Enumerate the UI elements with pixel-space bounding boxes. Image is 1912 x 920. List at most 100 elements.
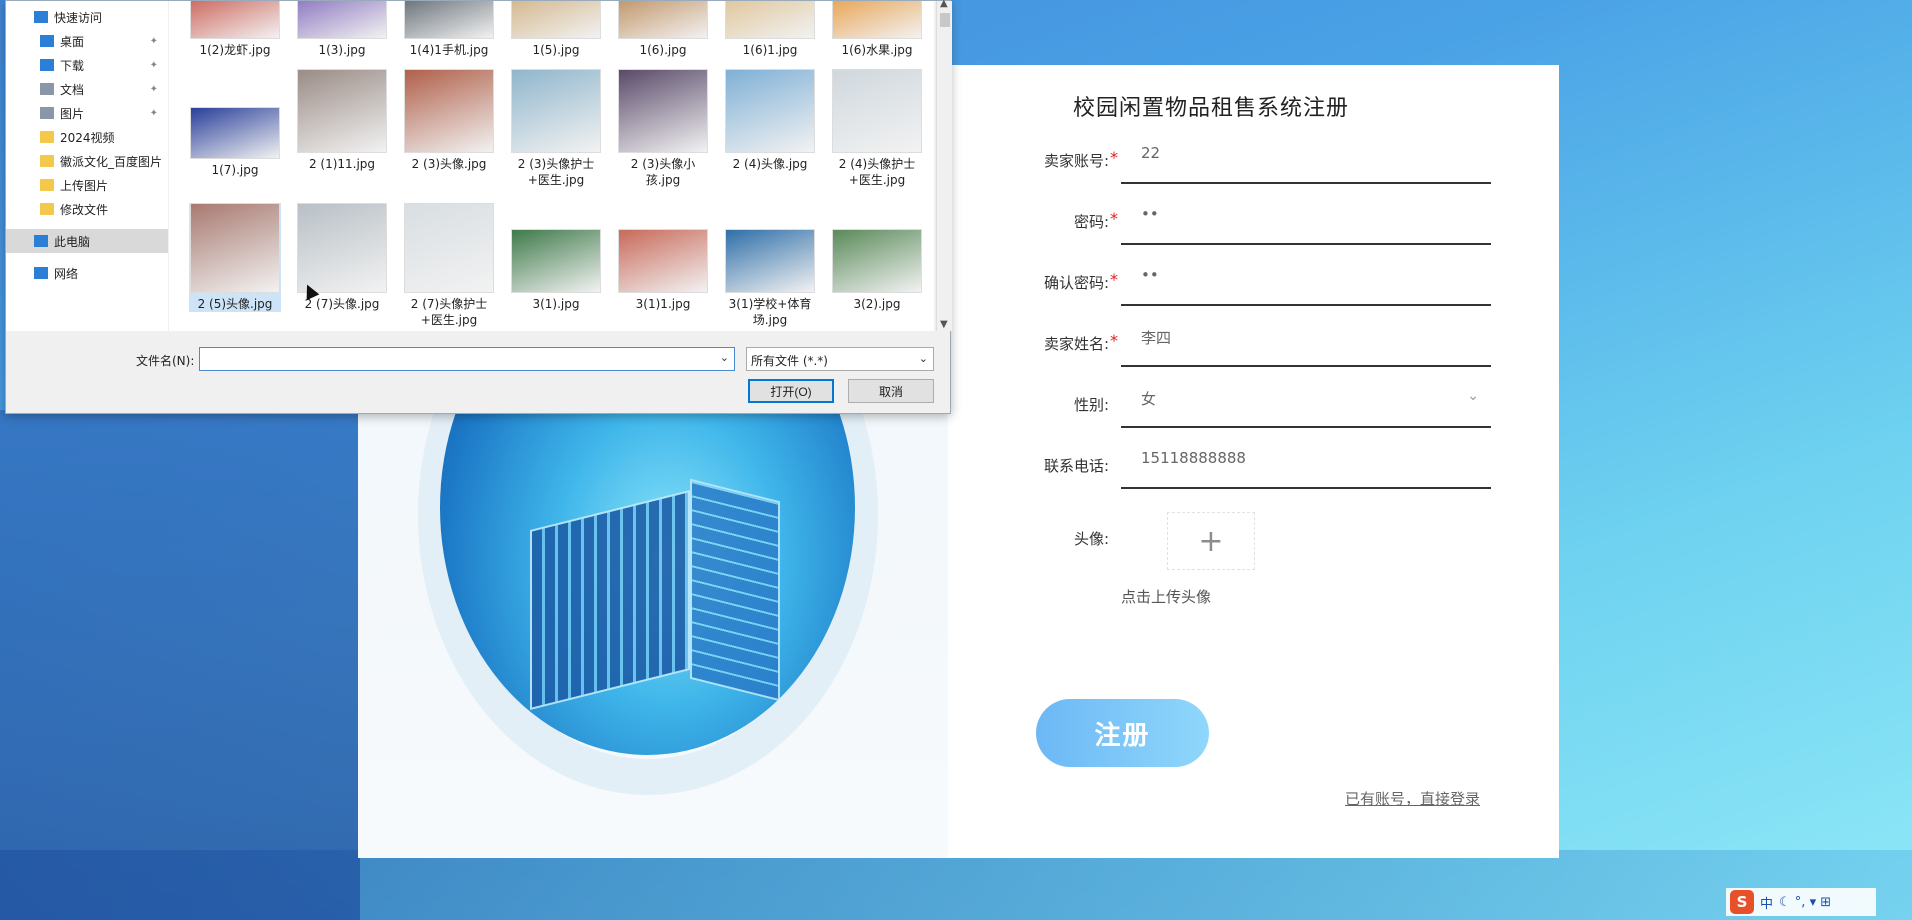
nav-item[interactable]: 图片 ✦ (6, 101, 168, 125)
scroll-up-icon[interactable]: ▲ (940, 0, 948, 9)
file-thumbnail[interactable]: 3(1)1.jpg (617, 203, 709, 312)
image-thumbnail (511, 1, 601, 39)
required-mark: * (1110, 331, 1118, 350)
field-label: 确认密码: (1043, 274, 1109, 292)
nav-item[interactable]: 上传图片 (6, 173, 168, 197)
file-thumbnail[interactable]: 2 (3)头像护士+医生.jpg (510, 69, 602, 188)
file-thumbnail[interactable]: 1(6).jpg (617, 1, 709, 58)
document-icon (40, 83, 54, 95)
image-thumbnail (725, 69, 815, 153)
file-thumbnail[interactable]: 1(3).jpg (296, 1, 388, 58)
gender-select[interactable]: 女 ⌄ (1121, 382, 1491, 428)
chevron-down-icon[interactable]: ⌄ (1467, 388, 1479, 404)
file-thumbnail[interactable]: 1(5).jpg (510, 1, 602, 58)
nav-item[interactable]: 桌面 ✦ (6, 29, 168, 53)
file-name: 1(6).jpg (639, 43, 687, 57)
file-name: 2 (3)头像.jpg (411, 157, 487, 171)
file-thumbnail[interactable]: 1(7).jpg (189, 69, 281, 178)
file-name: 3(1)1.jpg (635, 297, 691, 311)
file-thumbnail[interactable]: 3(1)学校+体育场.jpg (724, 203, 816, 328)
image-thumbnail (190, 203, 280, 293)
nav-item-label: 网络 (54, 266, 79, 281)
file-thumbnail[interactable]: 1(6)1.jpg (724, 1, 816, 58)
computer-icon (34, 235, 48, 247)
scroll-thumb[interactable] (940, 13, 950, 27)
network-icon (34, 267, 48, 279)
file-thumbnail[interactable]: 2 (1)11.jpg (296, 69, 388, 172)
pin-icon: ✦ (149, 83, 158, 95)
file-thumbnail[interactable]: 1(4)1手机.jpg (403, 1, 495, 58)
nav-item-label: 此电脑 (54, 234, 91, 249)
nav-item-label: 修改文件 (60, 202, 109, 217)
image-thumbnail (404, 203, 494, 293)
field-label: 性别: (1073, 396, 1109, 414)
form-input[interactable]: 15118888888 (1121, 443, 1491, 489)
nav-item[interactable]: 网络 (6, 261, 168, 285)
image-thumbnail (404, 69, 494, 153)
required-mark: * (1110, 270, 1118, 289)
file-name: 2 (1)11.jpg (308, 157, 376, 171)
chevron-down-icon[interactable]: ⌄ (720, 351, 729, 364)
ime-toolbar[interactable]: S 中 ☾ °, ▾ ⊞ (1726, 888, 1876, 916)
filetype-select[interactable]: 所有文件 (*.*) ⌄ (746, 347, 934, 371)
image-thumbnail (832, 1, 922, 39)
image-thumbnail (190, 107, 280, 159)
nav-item[interactable]: 徽派文化_百度图片 (6, 149, 168, 173)
pin-icon: ✦ (149, 59, 158, 71)
file-thumbnail[interactable]: 2 (5)头像.jpg (189, 203, 281, 312)
nav-item[interactable]: 修改文件 (6, 197, 168, 221)
ime-icons: ☾ °, ▾ ⊞ (1779, 894, 1832, 910)
filetype-value: 所有文件 (*.*) (751, 354, 828, 368)
file-name: 2 (7)头像护士+医生.jpg (410, 297, 488, 327)
field-label: 密码: (1073, 213, 1109, 231)
nav-item[interactable]: 2024视频 (6, 125, 168, 149)
form-input[interactable]: 22 (1121, 138, 1491, 184)
file-thumbnail[interactable]: 2 (7)头像护士+医生.jpg (403, 203, 495, 328)
filename-input[interactable]: ⌄ (199, 347, 735, 371)
open-button[interactable]: 打开(O) (748, 379, 834, 403)
form-input[interactable]: •• (1121, 199, 1491, 245)
nav-item[interactable]: 此电脑 (6, 229, 168, 253)
ime-language[interactable]: 中 (1760, 893, 1773, 912)
cancel-button[interactable]: 取消 (848, 379, 934, 403)
image-thumbnail (725, 1, 815, 39)
required-mark: * (1110, 148, 1118, 167)
file-name: 1(6)水果.jpg (841, 43, 913, 57)
image-thumbnail (297, 1, 387, 39)
file-name: 2 (3)头像小孩.jpg (630, 157, 696, 187)
image-thumbnail (832, 69, 922, 153)
file-thumbnail[interactable]: 2 (4)头像.jpg (724, 69, 816, 172)
file-name: 1(5).jpg (532, 43, 580, 57)
file-thumbnail[interactable]: 2 (4)头像护士+医生.jpg (831, 69, 923, 188)
download-icon (40, 59, 54, 71)
nav-item-label: 快速访问 (54, 10, 103, 25)
avatar-row: 头像: (358, 528, 1559, 588)
image-thumbnail (511, 69, 601, 153)
avatar-upload-button[interactable]: + (1167, 512, 1255, 570)
form-input[interactable]: •• (1121, 260, 1491, 306)
form-input[interactable]: 李四 (1121, 321, 1491, 367)
filename-label: 文件名(N): (136, 354, 195, 368)
desktop-background-deco-bottom (0, 850, 1912, 920)
file-thumbnail[interactable]: 2 (3)头像小孩.jpg (617, 69, 709, 188)
file-thumbnail[interactable]: 1(2)龙虾.jpg (189, 1, 281, 58)
nav-item[interactable]: 下载 ✦ (6, 53, 168, 77)
nav-item[interactable]: 文档 ✦ (6, 77, 168, 101)
file-thumbnail[interactable]: 3(2).jpg (831, 203, 923, 312)
nav-item-label: 图片 (60, 106, 85, 121)
file-thumbnail[interactable]: 3(1).jpg (510, 203, 602, 312)
file-name: 2 (4)头像护士+医生.jpg (838, 157, 916, 187)
file-thumbnail[interactable]: 2 (3)头像.jpg (403, 69, 495, 172)
file-name: 2 (3)头像护士+医生.jpg (517, 157, 595, 187)
plus-icon: + (1198, 523, 1224, 559)
chevron-down-icon[interactable]: ⌄ (919, 352, 928, 365)
file-list-scrollbar[interactable]: ▲ ▼ (936, 0, 952, 331)
login-link[interactable]: 已有账号，直接登录 (1345, 788, 1480, 809)
nav-item[interactable]: 快速访问 (6, 5, 168, 29)
scroll-down-icon[interactable]: ▼ (940, 319, 948, 330)
file-thumbnail[interactable]: 1(6)水果.jpg (831, 1, 923, 58)
file-name: 2 (5)头像.jpg (197, 297, 273, 311)
file-name: 3(1)学校+体育场.jpg (728, 297, 812, 327)
form-title: 校园闲置物品租售系统注册 (1073, 96, 1350, 121)
register-button[interactable]: 注册 (1036, 699, 1209, 767)
